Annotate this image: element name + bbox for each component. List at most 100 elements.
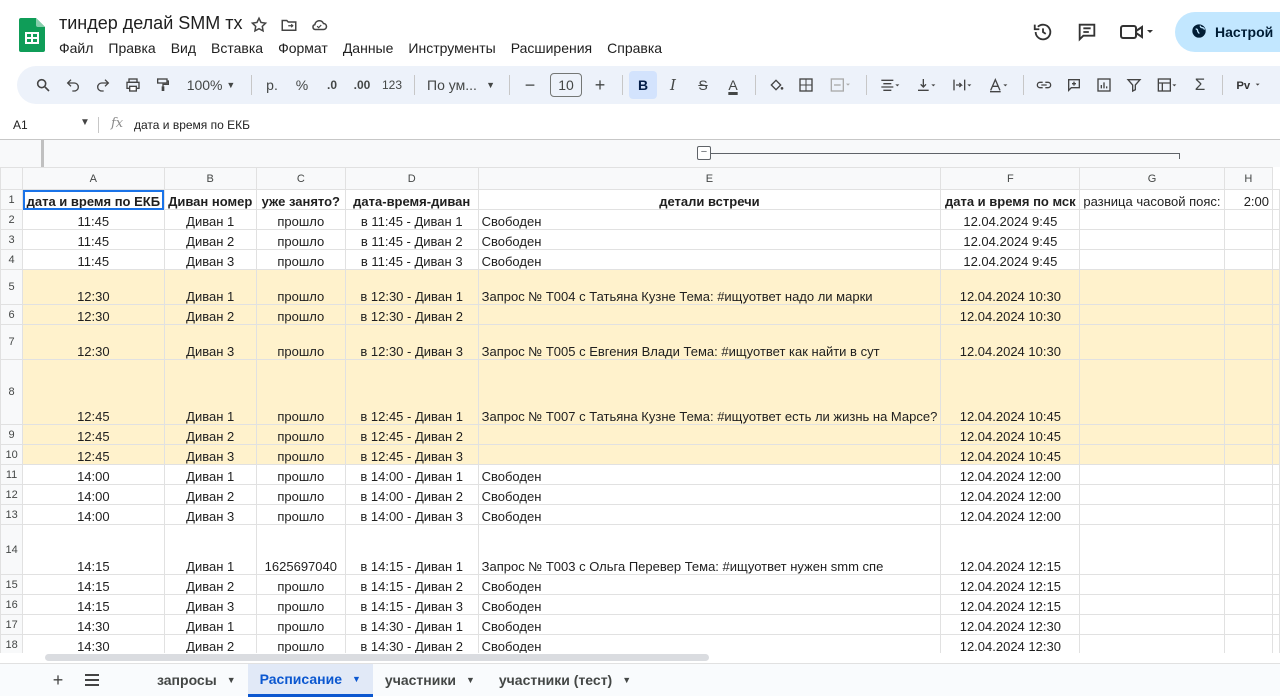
menu-insert[interactable]: Вставка: [211, 40, 270, 56]
row-header[interactable]: 10: [0, 444, 24, 465]
paint-format-icon[interactable]: [149, 71, 177, 99]
cell-col-h[interactable]: [1223, 634, 1274, 653]
row-header[interactable]: 11: [0, 464, 24, 485]
print-icon[interactable]: [119, 71, 147, 99]
cell-col-e[interactable]: Свободен: [477, 464, 942, 485]
cell-col-f[interactable]: 12.04.2024 10:30: [940, 269, 1081, 305]
chevron-down-icon[interactable]: ▼: [352, 674, 361, 684]
decrease-decimal-button[interactable]: .0: [318, 71, 346, 99]
cell-col-b[interactable]: Диван 1: [163, 614, 257, 635]
cell-col-a[interactable]: 14:00: [22, 484, 165, 505]
cell-col-g[interactable]: [1079, 324, 1225, 360]
row-header[interactable]: 3: [0, 229, 24, 250]
collapse-group-button[interactable]: −: [697, 146, 711, 160]
input-tools-icon[interactable]: Рv: [1229, 71, 1269, 99]
redo-icon[interactable]: [89, 71, 117, 99]
cell-col-g[interactable]: [1079, 424, 1225, 445]
cell-col-h[interactable]: [1223, 464, 1274, 485]
cell-col-e[interactable]: Свободен: [477, 634, 942, 653]
cell-col-i[interactable]: [1272, 614, 1280, 635]
cell-col-h[interactable]: [1223, 444, 1274, 465]
cell-col-b[interactable]: Диван 1: [163, 524, 257, 575]
cell-col-b[interactable]: Диван 2: [163, 484, 257, 505]
cell-col-d[interactable]: в 12:45 - Диван 2: [344, 424, 479, 445]
cell-col-d[interactable]: дата-время-диван: [344, 189, 479, 210]
cell-col-g[interactable]: [1079, 634, 1225, 653]
cell-col-a[interactable]: 12:30: [22, 304, 165, 325]
cell-col-f[interactable]: 12.04.2024 9:45: [940, 229, 1081, 250]
row-header[interactable]: 13: [0, 504, 24, 525]
cell-col-i[interactable]: [1272, 634, 1280, 653]
cell-col-a[interactable]: 12:45: [22, 359, 165, 425]
cell-col-b[interactable]: Диван 1: [163, 359, 257, 425]
font-size-input[interactable]: 10: [550, 73, 582, 97]
cell-col-f[interactable]: 12.04.2024 10:45: [940, 444, 1081, 465]
cell-col-c[interactable]: прошло: [255, 464, 346, 485]
cell-col-c[interactable]: прошло: [255, 444, 346, 465]
cell-col-i[interactable]: [1272, 249, 1280, 270]
cell-col-f[interactable]: 12.04.2024 12:00: [940, 464, 1081, 485]
cell-col-a[interactable]: 12:45: [22, 424, 165, 445]
cell-col-h[interactable]: [1223, 614, 1274, 635]
filter-views-icon[interactable]: [1150, 71, 1184, 99]
cell-col-c[interactable]: прошло: [255, 504, 346, 525]
cell-col-i[interactable]: [1272, 189, 1280, 210]
row-header[interactable]: 14: [0, 524, 24, 575]
undo-icon[interactable]: [59, 71, 87, 99]
cell-col-h[interactable]: [1223, 359, 1274, 425]
cell-col-f[interactable]: 12.04.2024 9:45: [940, 209, 1081, 230]
cell-col-f[interactable]: 12.04.2024 10:45: [940, 359, 1081, 425]
cell-col-c[interactable]: прошло: [255, 614, 346, 635]
cell-col-a[interactable]: 14:30: [22, 634, 165, 653]
cell-col-c[interactable]: прошло: [255, 594, 346, 615]
cell-col-f[interactable]: 12.04.2024 12:00: [940, 504, 1081, 525]
filter-icon[interactable]: [1120, 71, 1148, 99]
move-folder-icon[interactable]: [278, 14, 300, 36]
cell-col-e[interactable]: Свободен: [477, 594, 942, 615]
cell-col-i[interactable]: [1272, 269, 1280, 305]
text-rotation-icon[interactable]: [981, 71, 1015, 99]
cell-col-e[interactable]: Свободен: [477, 249, 942, 270]
cell-col-f[interactable]: 12.04.2024 12:15: [940, 574, 1081, 595]
cell-col-d[interactable]: в 12:30 - Диван 3: [344, 324, 479, 360]
cell-col-b[interactable]: Диван номер: [163, 189, 257, 210]
cell-col-b[interactable]: Диван 1: [163, 269, 257, 305]
cell-col-i[interactable]: [1272, 484, 1280, 505]
sheet-tab-participants[interactable]: участники ▼: [373, 664, 487, 697]
cell-col-h[interactable]: [1223, 574, 1274, 595]
cell-col-g[interactable]: [1079, 359, 1225, 425]
insert-chart-icon[interactable]: [1090, 71, 1118, 99]
cell-col-g[interactable]: [1079, 524, 1225, 575]
row-header[interactable]: 4: [0, 249, 24, 270]
cell-col-b[interactable]: Диван 3: [163, 594, 257, 615]
cell-col-d[interactable]: в 14:00 - Диван 1: [344, 464, 479, 485]
cloud-status-icon[interactable]: [308, 14, 330, 36]
star-icon[interactable]: [248, 14, 270, 36]
insert-comment-icon[interactable]: [1060, 71, 1088, 99]
sheet-tab-schedule[interactable]: Расписание ▼: [247, 663, 373, 697]
column-header[interactable]: F: [940, 167, 1081, 190]
borders-icon[interactable]: [792, 71, 820, 99]
row-header[interactable]: 2: [0, 209, 24, 230]
cell-col-g[interactable]: [1079, 574, 1225, 595]
cell-col-h[interactable]: [1223, 594, 1274, 615]
cell-col-d[interactable]: в 14:15 - Диван 2: [344, 574, 479, 595]
cell-col-a[interactable]: дата и время по ЕКБ: [22, 189, 165, 210]
cell-col-h[interactable]: [1223, 424, 1274, 445]
cell-col-b[interactable]: Диван 3: [163, 324, 257, 360]
cell-col-e[interactable]: Запрос № T003 с Ольга Перевер Тема: #ищу…: [477, 524, 942, 575]
menu-help[interactable]: Справка: [607, 40, 669, 56]
comments-icon[interactable]: [1065, 12, 1109, 52]
freeze-corner[interactable]: [0, 140, 44, 168]
cell-col-h[interactable]: [1223, 524, 1274, 575]
cell-col-d[interactable]: в 11:45 - Диван 3: [344, 249, 479, 270]
cell-col-g[interactable]: [1079, 209, 1225, 230]
cell-col-f[interactable]: 12.04.2024 9:45: [940, 249, 1081, 270]
cell-col-e[interactable]: Свободен: [477, 574, 942, 595]
cell-col-c[interactable]: прошло: [255, 324, 346, 360]
cell-col-g[interactable]: [1079, 229, 1225, 250]
cell-col-e[interactable]: Свободен: [477, 614, 942, 635]
column-header[interactable]: E: [477, 167, 942, 190]
cell-col-e[interactable]: [477, 304, 942, 325]
formula-input[interactable]: дата и время по ЕКБ: [134, 118, 250, 132]
